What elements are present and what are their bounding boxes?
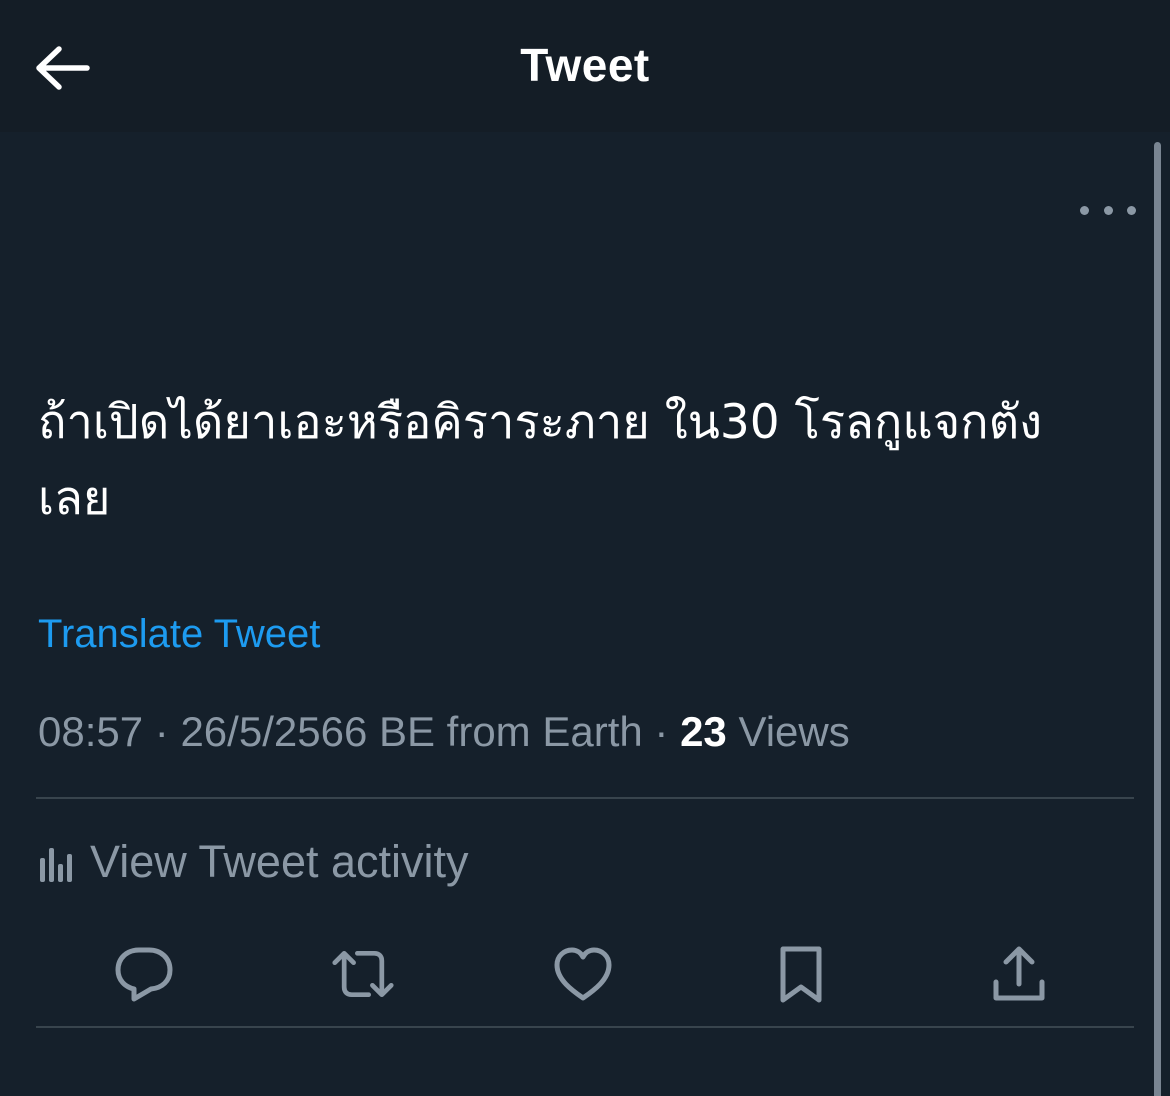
reply-button[interactable] [112, 942, 176, 1006]
tweet-metadata: 08:57 · 26/5/2566 BE from Earth · 23 Vie… [38, 708, 850, 756]
tweet-source: from Earth [446, 708, 643, 755]
heart-icon [554, 947, 612, 1001]
top-bar: Tweet [0, 0, 1170, 132]
reply-icon [115, 947, 173, 1002]
more-dot [1080, 205, 1089, 215]
share-icon [993, 946, 1045, 1001]
share-button[interactable] [987, 942, 1051, 1006]
translate-tweet-link[interactable]: Translate Tweet [38, 612, 320, 657]
bar-chart-icon [40, 848, 72, 882]
more-dot [1103, 205, 1113, 215]
bookmark-icon [780, 946, 822, 1003]
page-title: Tweet [520, 39, 650, 91]
view-tweet-activity-label: View Tweet activity [90, 836, 469, 887]
meta-separator: · [654, 708, 669, 755]
more-options-button[interactable] [1080, 196, 1136, 224]
scrollbar[interactable] [1154, 142, 1161, 1096]
divider [36, 1026, 1134, 1028]
view-tweet-activity-button[interactable]: View Tweet activity [36, 828, 736, 896]
meta-separator: · [154, 708, 169, 755]
more-dot [1127, 205, 1136, 215]
views-link[interactable]: 23 Views [680, 708, 850, 755]
tweet-time[interactable]: 08:57 [38, 708, 143, 755]
tweet-text: ถ้าเปิดได้ยาเอะหรือคิราระภาย ใน30 โรลกูแ… [38, 395, 1043, 526]
tweet-date[interactable]: 26/5/2566 BE [180, 708, 435, 755]
retweet-icon [332, 950, 394, 998]
views-label: Views [738, 708, 850, 755]
like-button[interactable] [551, 942, 615, 1006]
bookmark-button[interactable] [769, 942, 833, 1006]
tweet-detail-page: Tweet ถ้าเปิดได้ยาเอะหรือคิราระภาย ใน30 … [0, 0, 1170, 1096]
views-count: 23 [680, 708, 727, 755]
divider [36, 797, 1134, 799]
retweet-button[interactable] [331, 942, 395, 1006]
